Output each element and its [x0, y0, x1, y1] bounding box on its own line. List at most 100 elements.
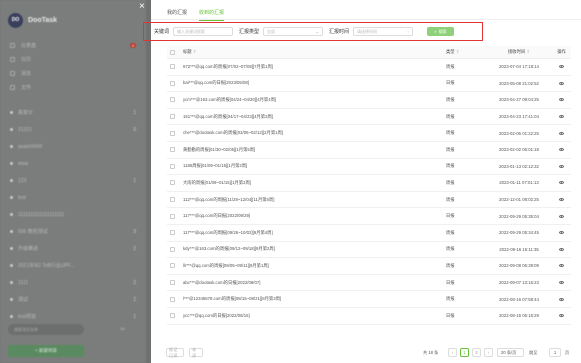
project-item[interactable]: 1111111111111111111	[0, 206, 146, 223]
sidebar-item-messages[interactable]: 消息	[0, 66, 146, 80]
table-row[interactable]: che***@dootask.com的周报[02/06~02/12][2月第1周…	[167, 125, 571, 142]
table-row[interactable]: 1185周报[01/09~01/15][1月第2周] 周报 2023-01-13 0…	[167, 159, 571, 176]
table-row[interactable]: 117***@qq.com的日报[2022/09/29] 日报 2022-09-29…	[167, 208, 571, 225]
sort-icon[interactable]: ⇕	[456, 49, 460, 54]
view-icon[interactable]	[559, 231, 564, 235]
table-row[interactable]: 大雨的周报[01/09~01/15][1月第2周] 周报 2023-01-11 07…	[167, 175, 571, 192]
row-title[interactable]: ycm***@163.com的周报[04/24~04/30][4月第4周]	[183, 97, 446, 103]
project-search-input[interactable]: 搜索项目名称	[8, 324, 84, 335]
row-checkbox[interactable]	[170, 213, 175, 219]
project-item[interactable]: wwa	[0, 155, 146, 172]
view-icon[interactable]	[559, 115, 564, 119]
row-checkbox[interactable]	[170, 80, 175, 86]
row-title[interactable]: llr***@qq.com的周报[09/05~09/11][9月第1周]	[183, 263, 446, 269]
row-checkbox[interactable]	[170, 197, 175, 203]
row-title[interactable]: ycc***@qq.com的日报[2022/08/15]	[183, 313, 446, 319]
table-row[interactable]: kdy***@163.com的周报[09/12~09/18][9月第2周] 周报 2…	[167, 242, 571, 259]
mark-read-button[interactable]: 标记已读	[166, 347, 184, 358]
view-icon[interactable]	[559, 148, 564, 152]
sidebar-item-calendar[interactable]: 日历	[0, 52, 146, 66]
page-button[interactable]: 1	[460, 348, 469, 357]
project-item[interactable]: 哀家计 1	[0, 104, 146, 121]
row-checkbox[interactable]	[170, 97, 175, 103]
row-checkbox[interactable]	[170, 313, 175, 319]
row-checkbox[interactable]	[170, 263, 175, 269]
page-size-select[interactable]: 20 条/页	[497, 348, 524, 357]
row-checkbox[interactable]	[170, 130, 175, 136]
report-time-picker[interactable]: 请选择时间 ▫	[353, 27, 414, 36]
sidebar-item-files[interactable]: 文件	[0, 80, 146, 94]
view-icon[interactable]	[559, 214, 564, 218]
table-row[interactable]: llr***@qq.com的周报[09/05~09/11][9月第1周] 周报 20…	[167, 258, 571, 275]
sort-icon[interactable]: ⇕	[193, 49, 197, 54]
view-icon[interactable]	[559, 264, 564, 268]
sidebar-item-dashboard[interactable]: 仪表盘 4	[0, 38, 146, 52]
table-row[interactable]: abc***@dootask.com的日报[2022/09/07] 日报 2022-…	[167, 275, 571, 292]
table-row[interactable]: 112***@qq.com的周报[11/28~12/04][11月第5周] 周报 2…	[167, 192, 571, 209]
row-title[interactable]: 黄勤勤的周报[01/30~02/05][1月第5周]	[183, 147, 446, 153]
row-title[interactable]: 117***@qq.com的周报[09/26~10/02][9月第4周]	[183, 230, 446, 236]
row-title[interactable]: 大雨的周报[01/09~01/15][1月第2周]	[183, 180, 446, 186]
report-type-select[interactable]: 全部 ⌄	[263, 27, 324, 36]
sort-icon[interactable]: ⇕	[526, 49, 530, 54]
new-project-button[interactable]: + 新建项目	[8, 345, 84, 357]
project-item[interactable]: 21321 0	[0, 121, 146, 138]
project-item[interactable]: 123 1	[0, 172, 146, 189]
row-title[interactable]: che***@dootask.com的周报[02/06~02/12][2月第1周…	[183, 130, 446, 136]
row-title[interactable]: bai***@qq.com的日报[2023/05/08]	[183, 80, 446, 86]
row-title[interactable]: 672***@qq.com的周报[07/02~07/08][7月第1周]	[183, 64, 446, 70]
row-title[interactable]: kdy***@163.com的周报[09/12~09/18][9月第2周]	[183, 246, 446, 252]
project-item[interactable]: test	[0, 189, 146, 206]
table-row[interactable]: ycc***@qq.com的日报[2022/08/15] 日报 2022-08-15…	[167, 308, 571, 325]
table-row[interactable]: bai***@qq.com的日报[2023/05/08] 日报 2023-05-08…	[167, 76, 571, 93]
row-checkbox[interactable]	[170, 246, 175, 252]
view-icon[interactable]	[559, 81, 564, 85]
row-checkbox[interactable]	[170, 280, 175, 286]
row-checkbox[interactable]	[170, 114, 175, 120]
table-row[interactable]: ycm***@163.com的周报[04/24~04/30][4月第4周] 周报 2…	[167, 92, 571, 109]
view-icon[interactable]	[559, 281, 564, 285]
view-icon[interactable]	[559, 181, 564, 185]
mark-unread-button[interactable]: 未读	[189, 347, 203, 358]
select-all-checkbox[interactable]	[170, 49, 175, 55]
table-row[interactable]: 151***@qq.com的周报[04/17~04/23][4月第3周] 周报 20…	[167, 109, 571, 126]
row-title[interactable]: l***@12345678.com的周报[08/15~08/21][8月第3周]	[183, 296, 446, 302]
search-button[interactable]: ⌕ 搜索	[427, 27, 455, 36]
row-title[interactable]: 112***@qq.com的周报[11/28~12/04][11月第5周]	[183, 197, 446, 203]
view-icon[interactable]	[559, 164, 564, 168]
view-icon[interactable]	[559, 198, 564, 202]
keyword-input[interactable]: 输入关键词搜索	[173, 27, 234, 36]
project-item[interactable]: 006 数控测试 3	[0, 223, 146, 240]
view-icon[interactable]	[559, 65, 564, 69]
view-icon[interactable]	[559, 98, 564, 102]
row-checkbox[interactable]	[170, 64, 175, 70]
jump-input[interactable]: 1	[549, 348, 561, 357]
table-row[interactable]: l***@12345678.com的周报[08/15~08/21][8月第3周]…	[167, 291, 571, 308]
row-title[interactable]: 1185周报[01/09~01/15][1月第2周]	[183, 163, 446, 169]
next-page-button[interactable]: ›	[484, 348, 493, 357]
view-icon[interactable]	[559, 131, 564, 135]
row-checkbox[interactable]	[170, 230, 175, 236]
table-row[interactable]: 672***@qq.com的周报[07/02~07/08][7月第1周] 周报 20…	[167, 59, 571, 76]
row-title[interactable]: 151***@qq.com的周报[04/17~04/23][4月第3周]	[183, 114, 446, 120]
view-icon[interactable]	[559, 314, 564, 318]
close-icon[interactable]: ×	[139, 2, 145, 12]
prev-page-button[interactable]: ‹	[448, 348, 457, 357]
project-item[interactable]: asas#####	[0, 138, 146, 155]
row-title[interactable]: abc***@dootask.com的日报[2022/09/07]	[183, 280, 446, 286]
row-checkbox[interactable]	[170, 296, 175, 302]
project-item[interactable]: 测试 2	[0, 291, 146, 308]
row-checkbox[interactable]	[170, 180, 175, 186]
project-item[interactable]: 1111 2	[0, 274, 146, 291]
view-icon[interactable]	[559, 297, 564, 301]
view-icon[interactable]	[559, 247, 564, 251]
project-item[interactable]: 升级推进 2	[0, 240, 146, 257]
row-checkbox[interactable]	[170, 147, 175, 153]
row-title[interactable]: 117***@qq.com的日报[2022/09/29]	[183, 213, 446, 219]
project-item[interactable]: 2021年5G ToB行业UPF...	[0, 257, 146, 274]
page-button[interactable]: 2	[472, 348, 481, 357]
project-item[interactable]: test项目 1	[0, 308, 146, 325]
table-row[interactable]: 黄勤勤的周报[01/30~02/05][1月第5周] 周报 2023-02-02 0…	[167, 142, 571, 159]
table-row[interactable]: 117***@qq.com的周报[09/26~10/02][9月第4周] 周报 20…	[167, 225, 571, 242]
row-checkbox[interactable]	[170, 163, 175, 169]
